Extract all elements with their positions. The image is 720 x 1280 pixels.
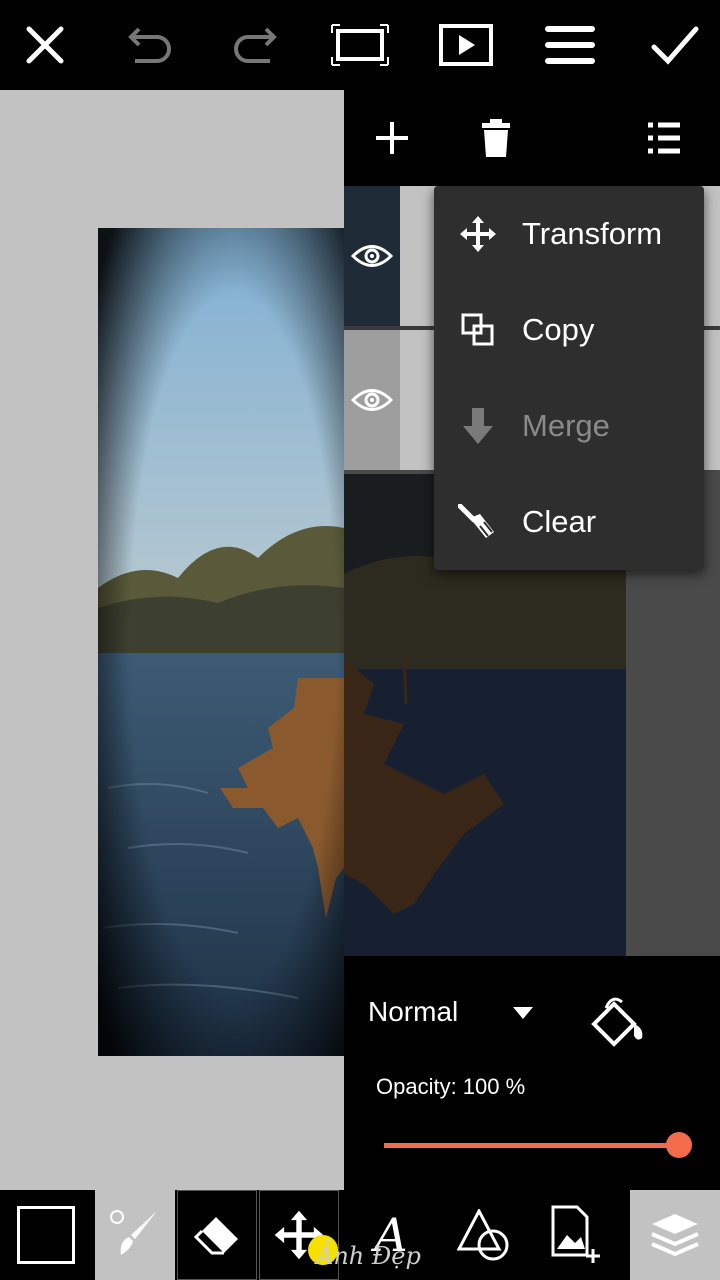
menu-item-copy[interactable]: Copy [434,282,704,378]
watermark-text: Ảnh Đẹp [316,1242,421,1270]
eraser-icon[interactable] [177,1190,257,1280]
opacity-label: Opacity: 100 % [376,1074,526,1099]
bottom-toolbar: A Ảnh Đẹp [0,1190,720,1280]
canvas-area[interactable] [0,90,344,1190]
broom-icon [434,504,522,540]
top-toolbar [0,0,720,90]
menu-item-merge[interactable]: Merge [434,378,704,474]
menu-icon[interactable] [540,15,600,75]
color-swatch[interactable] [0,1190,92,1280]
layers-icon[interactable] [630,1190,720,1280]
brush-icon[interactable] [95,1190,175,1280]
menu-item-label: Clear [522,504,597,539]
copy-icon [434,313,522,347]
blend-mode-select[interactable]: Normal [368,996,458,1028]
menu-item-transform[interactable]: Transform [434,186,704,282]
shapes-icon[interactable] [445,1190,525,1280]
check-icon[interactable] [645,15,705,75]
menu-item-clear[interactable]: Clear [434,474,704,570]
play-icon[interactable] [436,15,496,75]
layer-context-menu: Transform Copy Merge Clear [434,186,704,570]
trash-icon[interactable] [466,108,526,168]
opacity-slider-thumb[interactable] [666,1132,692,1158]
crop-frame-icon[interactable] [330,15,390,75]
menu-item-label: Transform [522,216,663,251]
paint-bucket-icon[interactable] [584,992,648,1056]
merge-down-arrow-icon [434,406,522,446]
redo-icon[interactable] [225,15,285,75]
add-icon[interactable] [362,108,422,168]
list-icon[interactable] [634,108,694,168]
add-image-icon[interactable] [535,1190,615,1280]
layers-toolbar [344,90,720,186]
chevron-down-icon[interactable] [512,1006,534,1025]
layer-properties: Normal Opacity: 100 % [344,956,720,1190]
canvas-photo [98,228,344,1056]
eye-icon[interactable] [344,186,400,326]
undo-icon[interactable] [120,15,180,75]
opacity-slider-track[interactable] [384,1143,679,1148]
menu-item-label: Copy [522,312,595,347]
eye-icon[interactable] [344,330,400,470]
close-icon[interactable] [15,15,75,75]
move-arrows-icon [434,214,522,254]
menu-item-label: Merge [522,408,610,443]
